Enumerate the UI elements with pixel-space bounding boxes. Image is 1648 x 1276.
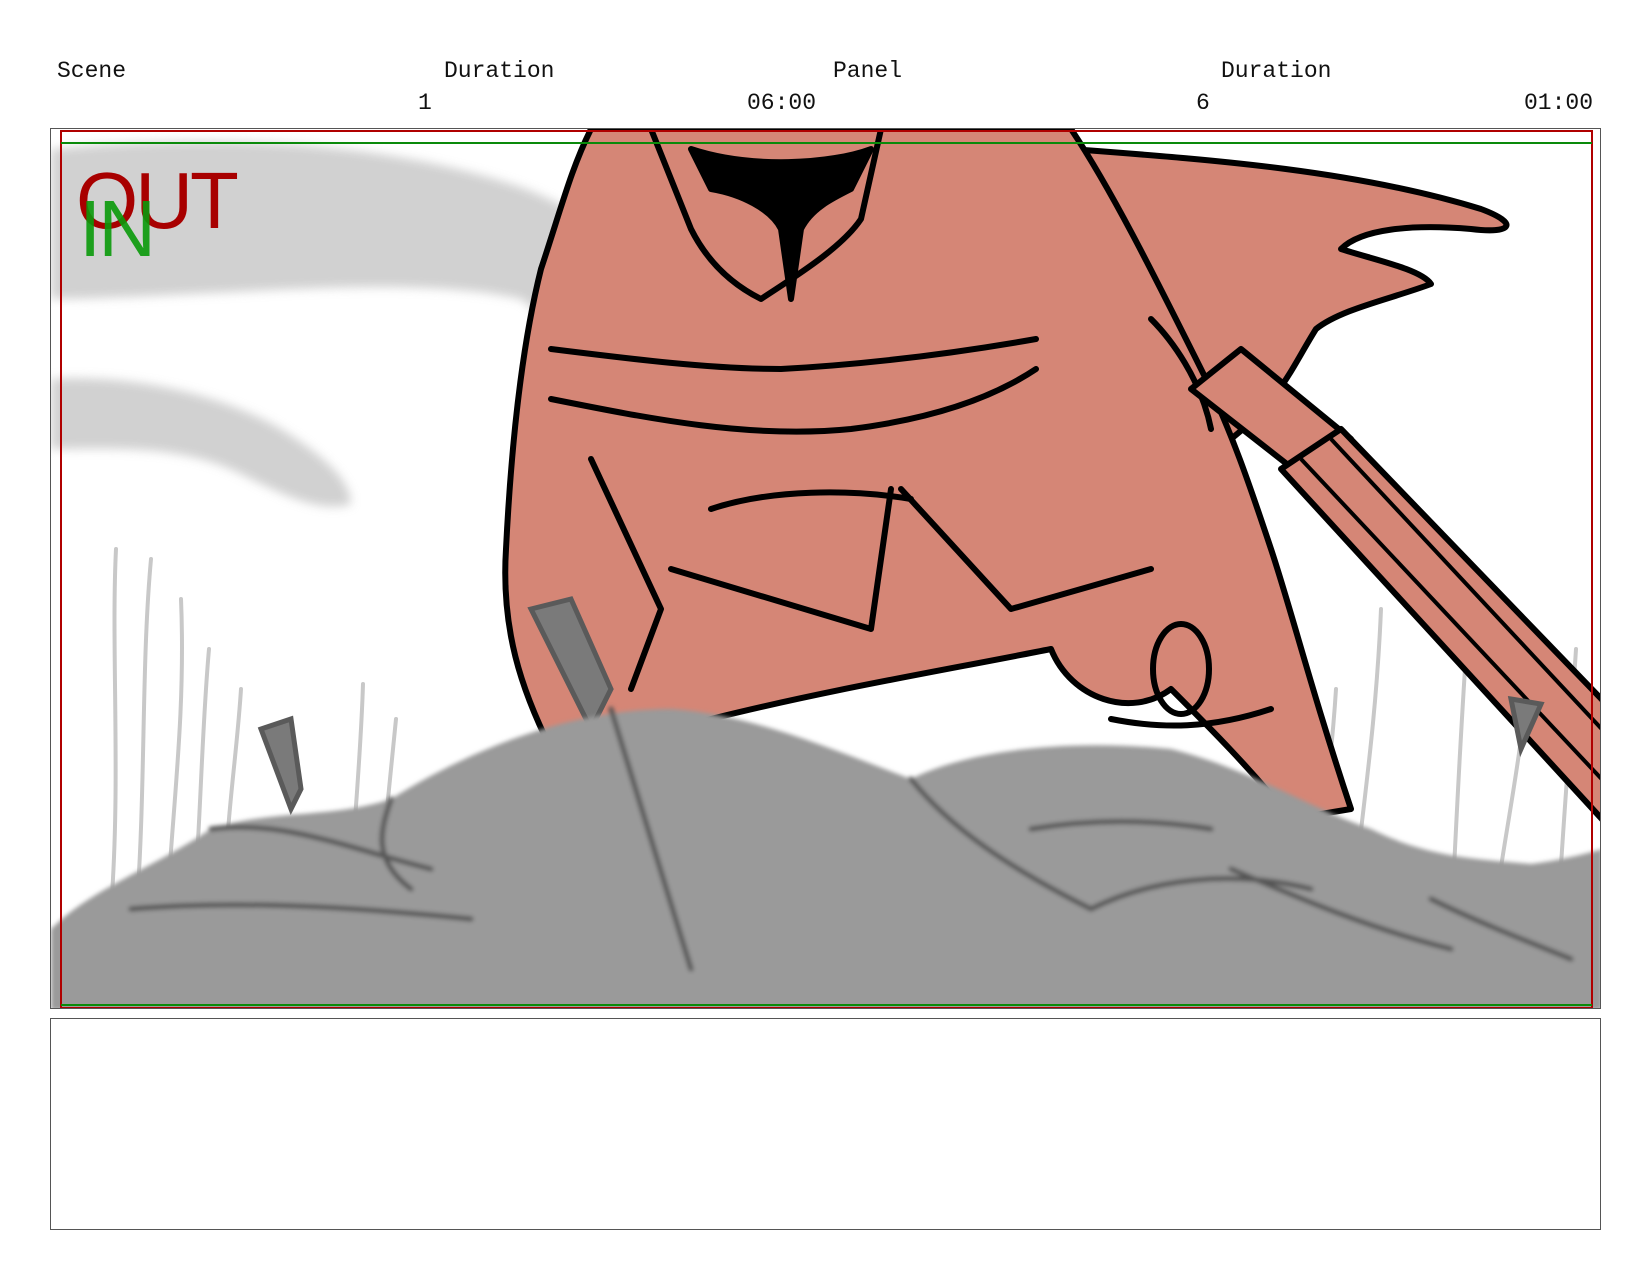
panel-notes-text bbox=[51, 1019, 1600, 1039]
panel-label: Panel bbox=[833, 58, 903, 84]
storyboard-panel-frame: OUT IN bbox=[50, 128, 1601, 1009]
panel-duration-value: 01:00 bbox=[1524, 90, 1594, 116]
panel-number: 6 bbox=[1196, 90, 1210, 116]
storyboard-drawing bbox=[51, 129, 1600, 1008]
in-marker: IN bbox=[79, 184, 156, 273]
scene-duration-label: Duration bbox=[444, 58, 555, 84]
scene-number: 1 bbox=[418, 90, 432, 116]
panel-notes-box[interactable] bbox=[50, 1018, 1601, 1230]
panel-duration-label: Duration bbox=[1221, 58, 1332, 84]
scene-label: Scene bbox=[57, 58, 127, 84]
scene-duration-value: 06:00 bbox=[747, 90, 817, 116]
